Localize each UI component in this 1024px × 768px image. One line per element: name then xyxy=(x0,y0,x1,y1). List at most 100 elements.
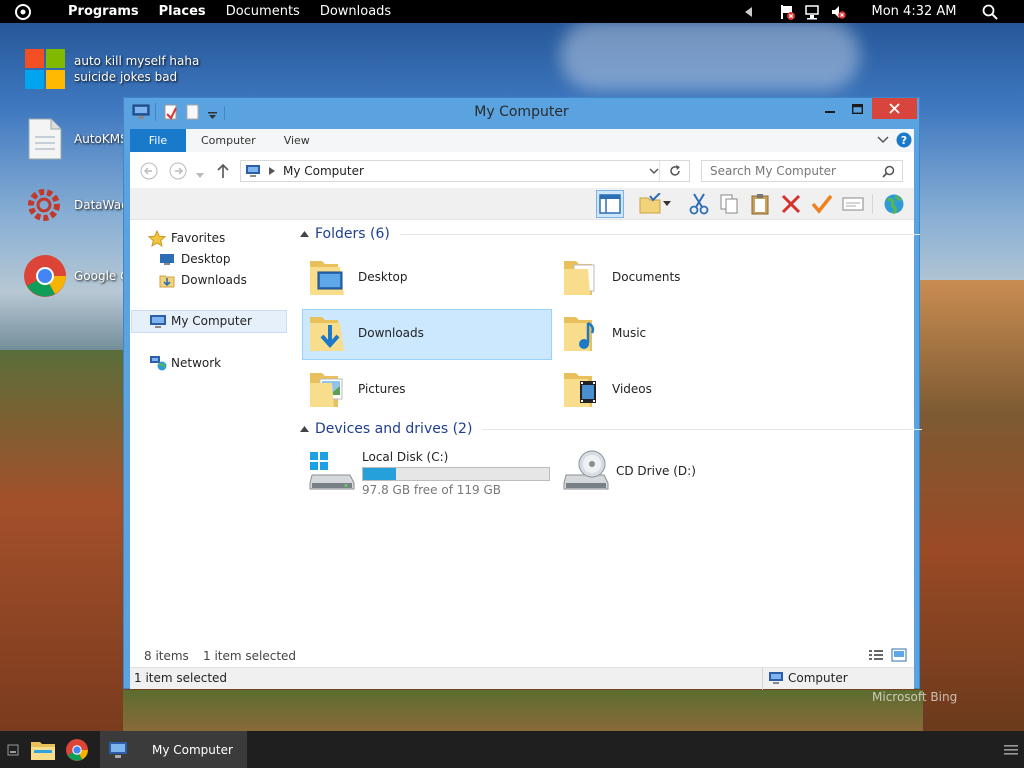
selected-count: 1 item selected xyxy=(203,649,297,663)
ribbon-expand-icon[interactable] xyxy=(877,134,889,148)
window-title: My Computer xyxy=(474,104,569,120)
network-icon[interactable] xyxy=(801,0,823,23)
desktop-icon-label: auto kill myself haha xyxy=(74,54,200,68)
folder-downloads[interactable]: Downloads xyxy=(308,311,424,355)
minimize-button[interactable] xyxy=(818,98,842,119)
group-folders[interactable]: Folders (6) xyxy=(300,226,920,242)
action-center-flag-icon[interactable] xyxy=(777,0,797,23)
folder-options-dropdown[interactable] xyxy=(660,190,674,218)
chrome-icon xyxy=(66,738,88,761)
preview-pane-button[interactable] xyxy=(596,190,624,218)
refresh-icon[interactable] xyxy=(668,164,682,178)
details-view-button[interactable] xyxy=(868,648,884,665)
drive-usage-fill xyxy=(363,468,397,480)
nav-favorites[interactable]: Favorites xyxy=(148,228,225,248)
nav-downloads[interactable]: Downloads xyxy=(159,270,247,290)
folder-pictures[interactable]: Pictures xyxy=(308,367,406,411)
explorer-window: My Computer File Computer View ? My Comp… xyxy=(123,97,923,690)
cut-button[interactable] xyxy=(685,190,713,218)
address-dropdown-icon[interactable] xyxy=(649,168,659,175)
rename-button[interactable] xyxy=(808,190,836,218)
desktop-icon-datawag[interactable]: DataWag xyxy=(24,185,129,225)
back-arrow-icon xyxy=(140,162,158,180)
back-button[interactable] xyxy=(140,162,158,183)
command-toolbar xyxy=(130,188,914,220)
windows-logo-icon xyxy=(25,49,65,89)
computer-icon xyxy=(769,672,783,684)
address-bar[interactable]: My Computer xyxy=(240,160,690,182)
desktop-icon-label: Google C xyxy=(74,269,129,283)
folder-documents[interactable]: Documents xyxy=(562,255,680,299)
tab-view[interactable]: View xyxy=(270,129,324,152)
search-icon[interactable] xyxy=(882,165,895,178)
folder-videos[interactable]: Videos xyxy=(562,367,652,411)
properties-button[interactable] xyxy=(839,190,867,218)
computer-icon xyxy=(150,314,166,328)
volume-muted-icon[interactable] xyxy=(827,0,849,23)
drive-cd-d[interactable]: CD Drive (D:) xyxy=(562,449,696,493)
taskbar-my-computer[interactable]: My Computer xyxy=(100,731,247,768)
navigation-pane: Favorites Desktop Downloads My Computer … xyxy=(130,220,290,645)
delete-x-icon xyxy=(781,194,801,214)
desktop-icon-chrome[interactable]: Google C xyxy=(22,253,129,299)
taskbar-menu-button[interactable] xyxy=(1000,731,1022,768)
drive-name: Local Disk (C:) xyxy=(362,450,449,464)
item-label: Videos xyxy=(612,382,652,396)
drive-local-disk-c[interactable]: Local Disk (C:) 97.8 GB free of 119 GB xyxy=(308,449,550,497)
close-button[interactable] xyxy=(872,98,917,119)
status-selected: 1 item selected xyxy=(134,671,228,685)
folder-music[interactable]: Music xyxy=(562,311,646,355)
group-devices[interactable]: Devices and drives (2) xyxy=(300,421,923,437)
tab-file[interactable]: File xyxy=(130,129,186,152)
help-icon[interactable]: ? xyxy=(896,132,912,151)
document-icon xyxy=(28,118,62,160)
taskbar-chrome[interactable] xyxy=(62,731,92,768)
taskbar-file-explorer[interactable] xyxy=(28,731,58,768)
computer-icon xyxy=(109,741,127,758)
menu-programs[interactable]: Programs xyxy=(58,4,149,19)
folder-desktop[interactable]: Desktop xyxy=(308,255,408,299)
clock[interactable]: Mon 4:32 AM xyxy=(866,0,962,23)
desktop-icon-autokms[interactable]: AutoKMS xyxy=(27,117,128,161)
search-input[interactable]: Search My Computer xyxy=(701,160,903,182)
desktop-icon-shortcut[interactable]: auto kill myself haha suicide jokes bad xyxy=(24,48,199,90)
breadcrumb-chevron-icon[interactable] xyxy=(269,167,275,175)
top-menu-bar: Programs Places Documents Downloads Mon … xyxy=(0,0,1024,23)
drive-name: CD Drive (D:) xyxy=(616,464,696,478)
address-row: My Computer Search My Computer xyxy=(130,152,914,188)
desktop-icon xyxy=(160,253,174,265)
up-button[interactable] xyxy=(216,163,230,182)
power-circle-icon xyxy=(15,3,31,20)
paste-button[interactable] xyxy=(746,190,774,218)
menu-downloads[interactable]: Downloads xyxy=(310,4,401,19)
ribbon-tabs: File Computer View ? xyxy=(130,129,914,152)
nav-desktop[interactable]: Desktop xyxy=(159,249,231,269)
details-view-icon xyxy=(869,650,883,660)
address-text[interactable]: My Computer xyxy=(283,164,364,178)
show-desktop-button[interactable] xyxy=(2,731,24,768)
tray-expand-icon[interactable] xyxy=(740,0,758,23)
collapse-arrow-icon xyxy=(300,426,309,432)
nav-network[interactable]: Network xyxy=(149,353,221,373)
close-icon xyxy=(889,103,900,114)
large-icons-view-button[interactable] xyxy=(891,648,907,665)
menu-documents[interactable]: Documents xyxy=(216,4,310,19)
minimize-icon xyxy=(825,110,835,113)
forward-button[interactable] xyxy=(169,162,187,183)
title-bar[interactable]: My Computer xyxy=(124,98,919,128)
menu-places[interactable]: Places xyxy=(149,4,216,19)
recent-locations-icon[interactable] xyxy=(196,168,204,182)
start-button[interactable] xyxy=(12,1,34,23)
local-disk-icon xyxy=(309,452,355,490)
tab-computer[interactable]: Computer xyxy=(187,129,270,152)
search-icon[interactable] xyxy=(978,0,1002,23)
delete-button[interactable] xyxy=(777,190,805,218)
network-globe-button[interactable] xyxy=(880,190,908,218)
drive-free-space: 97.8 GB free of 119 GB xyxy=(362,483,501,497)
maximize-button[interactable] xyxy=(844,98,870,119)
videos-folder-icon xyxy=(564,373,596,407)
copy-button[interactable] xyxy=(715,190,743,218)
desktop-icon-label: DataWag xyxy=(74,198,129,212)
nav-my-computer[interactable]: My Computer xyxy=(149,311,252,331)
group-header: Folders (6) xyxy=(315,226,390,242)
